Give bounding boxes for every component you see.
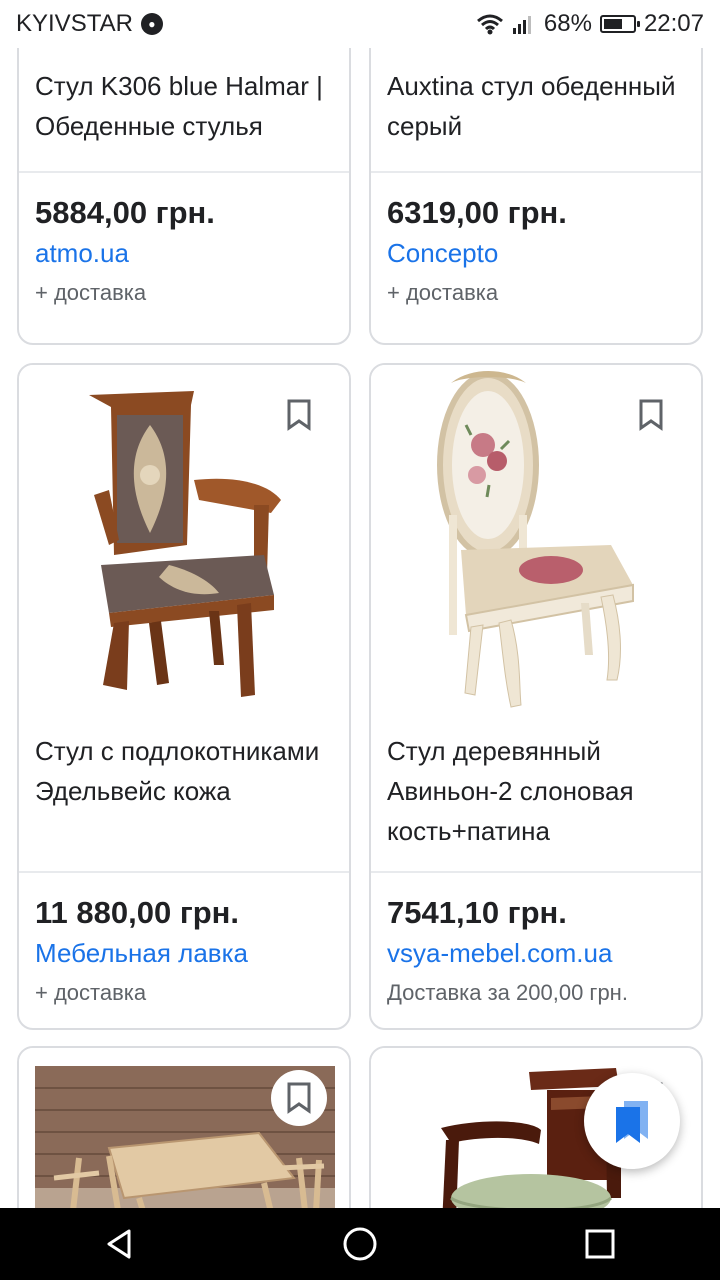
product-image[interactable] <box>371 365 701 715</box>
recording-icon: ● <box>140 13 163 35</box>
product-title[interactable]: Стул K306 blue Halmar | Обеденные стулья <box>19 48 349 171</box>
bookmark-button[interactable] <box>623 387 679 443</box>
store-link[interactable]: atmo.ua <box>35 233 333 273</box>
product-info: 5884,00 грн. atmo.ua + доставка <box>19 173 349 313</box>
status-bar-left: KYIVSTAR ● <box>16 10 163 38</box>
product-info: 11 880,00 грн. Мебельная лавка + доставк… <box>19 873 349 1013</box>
shipping-info: + доставка <box>387 280 499 305</box>
saved-collections-icon <box>616 1101 648 1143</box>
store-link[interactable]: Мебельная лавка <box>35 933 333 973</box>
product-card[interactable]: Auxtina стул обеденный серый 6319,00 грн… <box>369 48 703 345</box>
bookmark-icon <box>287 399 311 431</box>
product-card[interactable]: Стул с подлокотниками Эдельвейс кожа 11 … <box>17 363 351 1030</box>
shopping-results-feed[interactable]: Стул K306 blue Halmar | Обеденные стулья… <box>0 48 720 1208</box>
product-info: 7541,10 грн. vsya-mebel.com.ua Доставка … <box>371 873 701 1013</box>
product-card[interactable]: Стул K306 blue Halmar | Обеденные стулья… <box>17 48 351 345</box>
product-info: 6319,00 грн. Concepto + доставка <box>371 173 701 313</box>
store-link[interactable]: vsya-mebel.com.ua <box>387 933 685 973</box>
home-icon <box>343 1227 377 1261</box>
battery-level <box>603 19 622 29</box>
product-price: 11 880,00 грн. <box>35 895 239 930</box>
shipping-info: Доставка за 200,00 грн. <box>387 980 628 1005</box>
recents-icon <box>585 1229 615 1259</box>
product-image[interactable] <box>19 1048 349 1208</box>
product-card[interactable] <box>17 1046 351 1208</box>
back-button[interactable] <box>80 1208 160 1280</box>
carrier-name: KYIVSTAR <box>16 10 133 37</box>
product-image[interactable] <box>19 365 349 715</box>
clock: 22:07 <box>643 10 704 37</box>
back-icon <box>107 1229 131 1259</box>
status-bar-right: 68% 22:07 <box>476 10 704 38</box>
recents-button[interactable] <box>560 1208 640 1280</box>
bookmark-icon <box>639 399 663 431</box>
home-button[interactable] <box>320 1208 400 1280</box>
store-link[interactable]: Concepto <box>387 233 685 273</box>
system-nav-bar <box>0 1208 720 1280</box>
battery-icon <box>599 15 640 33</box>
bookmark-button[interactable] <box>271 387 327 443</box>
status-bar: KYIVSTAR ● 68% 22:07 <box>0 0 720 48</box>
shipping-info: + доставка <box>35 980 147 1005</box>
bookmark-button[interactable] <box>271 1070 327 1126</box>
product-title[interactable]: Стул деревянный Авиньон-2 слоновая кость… <box>371 715 701 871</box>
product-card[interactable]: Стул деревянный Авиньон-2 слоновая кость… <box>369 363 703 1030</box>
product-price: 7541,10 грн. <box>387 895 567 930</box>
battery-percent: 68% <box>543 10 592 37</box>
signal-icon <box>512 16 531 34</box>
product-price: 5884,00 грн. <box>35 195 215 230</box>
shipping-info: + доставка <box>35 280 147 305</box>
wifi-icon <box>476 14 503 35</box>
product-price: 6319,00 грн. <box>387 195 567 230</box>
product-title[interactable]: Auxtina стул обеденный серый <box>371 48 701 171</box>
saved-collections-button[interactable] <box>584 1073 680 1169</box>
bookmark-icon <box>287 1082 311 1114</box>
product-title[interactable]: Стул с подлокотниками Эдельвейс кожа <box>19 715 349 871</box>
